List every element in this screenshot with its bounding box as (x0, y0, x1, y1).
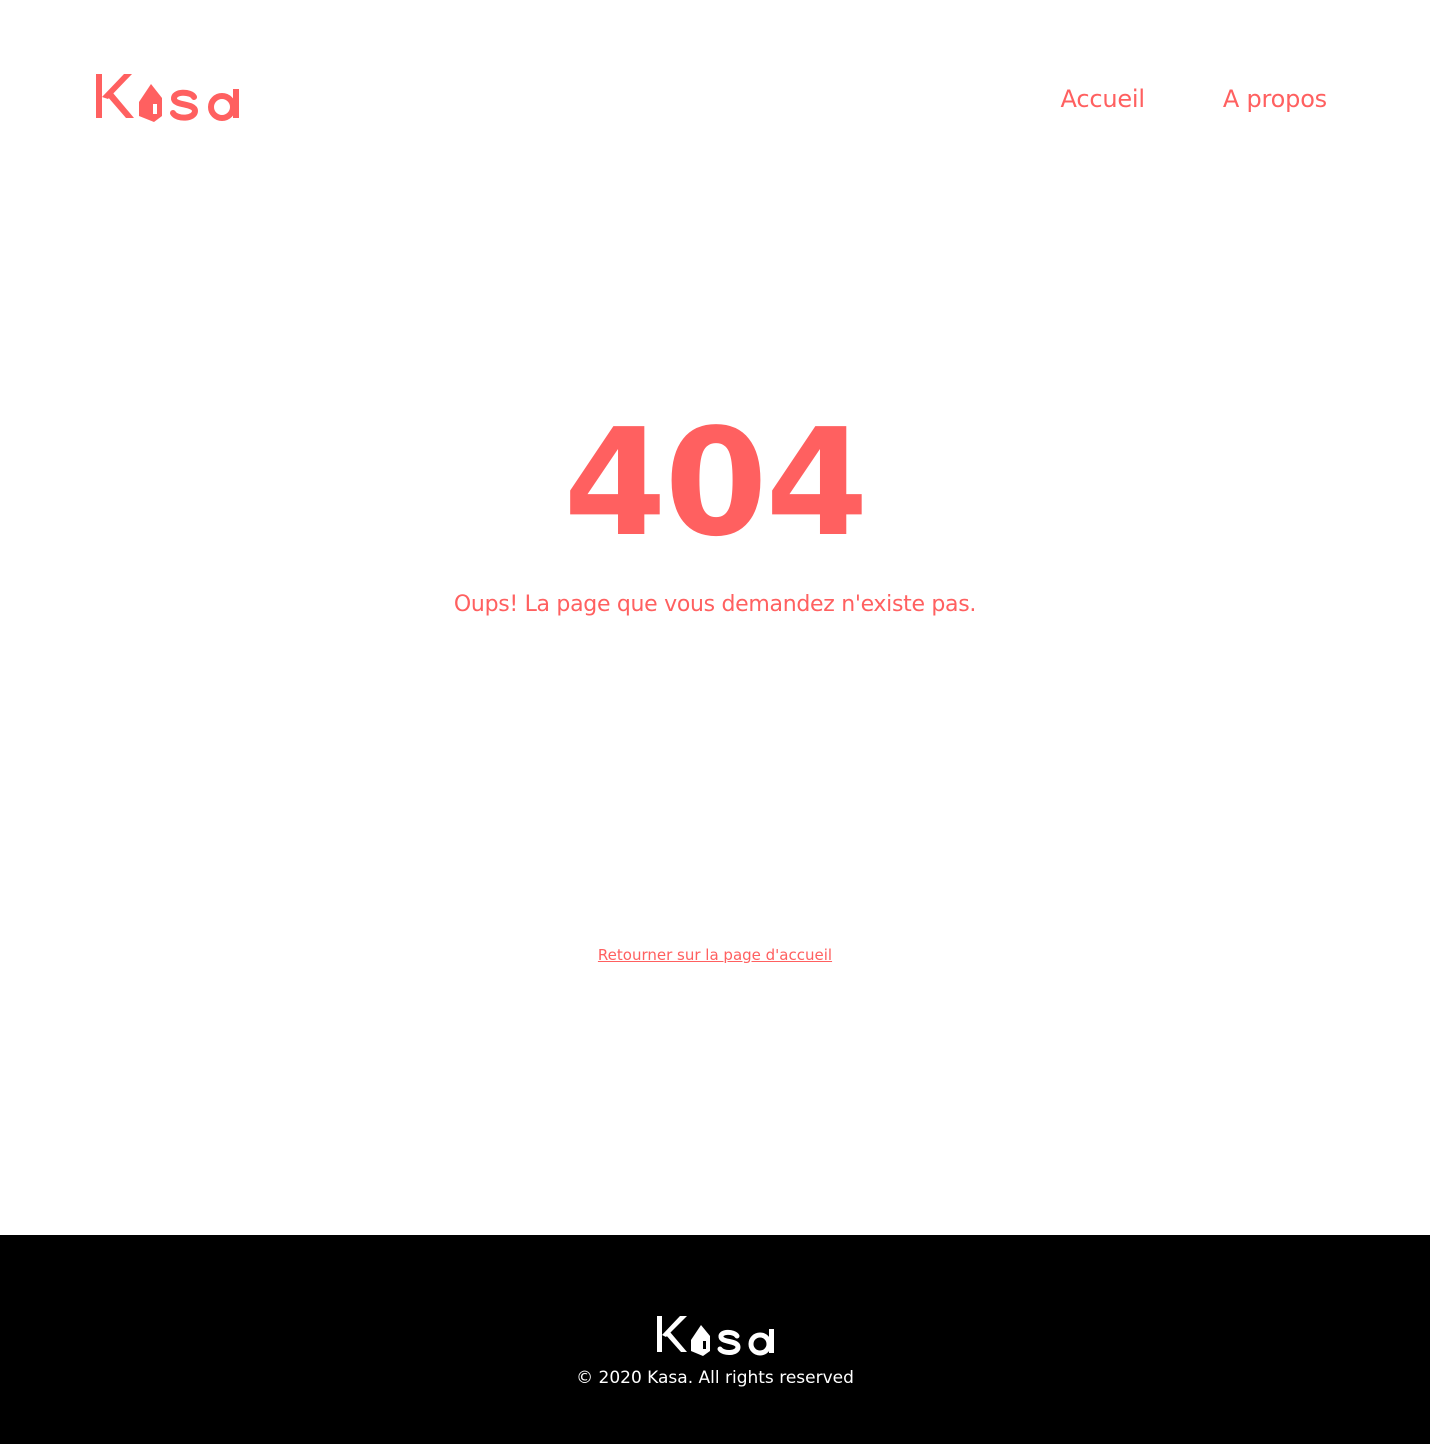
error-code: 404 (563, 397, 869, 569)
house-icon (139, 84, 162, 122)
home-link-wrapper: Retourner sur la page d'accueil (0, 943, 1430, 967)
nav-link-a-propos[interactable]: A propos (1223, 82, 1327, 116)
return-home-link[interactable]: Retourner sur la page d'accueil (598, 946, 832, 964)
site-footer: © 2020 Kasa. All rights reserved (0, 1235, 1430, 1444)
main-nav: Accueil A propos (1061, 82, 1328, 116)
copyright-text: © 2020 Kasa. All rights reserved (576, 1368, 854, 1388)
footer-kasa-logo (655, 1313, 779, 1359)
kasa-logo[interactable] (95, 70, 245, 126)
site-header: Accueil A propos (0, 0, 1430, 200)
kasa-logo-graphic (96, 74, 239, 122)
nav-link-accueil[interactable]: Accueil (1061, 82, 1146, 116)
footer-logo-graphic (657, 1316, 774, 1356)
error-message: Oups! La page que vous demandez n'existe… (453, 592, 977, 617)
footer-house-icon (691, 1325, 710, 1356)
